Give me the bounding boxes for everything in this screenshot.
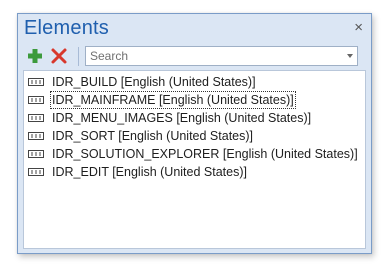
elements-panel: Elements × ID: [17, 13, 372, 254]
string-table-icon: [28, 114, 44, 122]
close-button[interactable]: ×: [354, 20, 363, 36]
list-item[interactable]: IDR_BUILD [English (United States)]: [24, 73, 365, 91]
string-table-icon: [28, 168, 44, 176]
string-table-icon: [28, 96, 44, 104]
delete-button[interactable]: [50, 47, 68, 65]
elements-list[interactable]: IDR_BUILD [English (United States)] IDR_…: [23, 70, 366, 249]
list-item-label: IDR_BUILD [English (United States)]: [52, 75, 256, 89]
list-item-label: IDR_SORT [English (United States)]: [52, 129, 254, 143]
add-button[interactable]: [26, 47, 44, 65]
string-table-icon: [28, 150, 44, 158]
list-item[interactable]: IDR_SORT [English (United States)]: [24, 127, 365, 145]
search-box[interactable]: [85, 46, 358, 66]
list-item-label: IDR_MAINFRAME [English (United States)]: [50, 91, 296, 109]
list-item-label: IDR_SOLUTION_EXPLORER [English (United S…: [52, 147, 358, 161]
list-item[interactable]: IDR_MENU_IMAGES [English (United States)…: [24, 109, 365, 127]
panel-title: Elements: [24, 17, 109, 39]
search-input[interactable]: [90, 49, 335, 63]
list-item-label: IDR_EDIT [English (United States)]: [52, 165, 247, 179]
string-table-icon: [28, 78, 44, 86]
string-table-icon: [28, 132, 44, 140]
list-item[interactable]: IDR_SOLUTION_EXPLORER [English (United S…: [24, 145, 365, 163]
toolbar: [23, 45, 367, 67]
list-item-selected[interactable]: IDR_MAINFRAME [English (United States)]: [24, 91, 365, 109]
delete-icon: [51, 48, 67, 64]
chevron-down-icon[interactable]: [347, 54, 353, 58]
plus-icon: [28, 49, 42, 63]
list-item-label: IDR_MENU_IMAGES [English (United States)…: [52, 111, 312, 125]
toolbar-separator: [78, 47, 79, 66]
list-item[interactable]: IDR_EDIT [English (United States)]: [24, 163, 365, 181]
